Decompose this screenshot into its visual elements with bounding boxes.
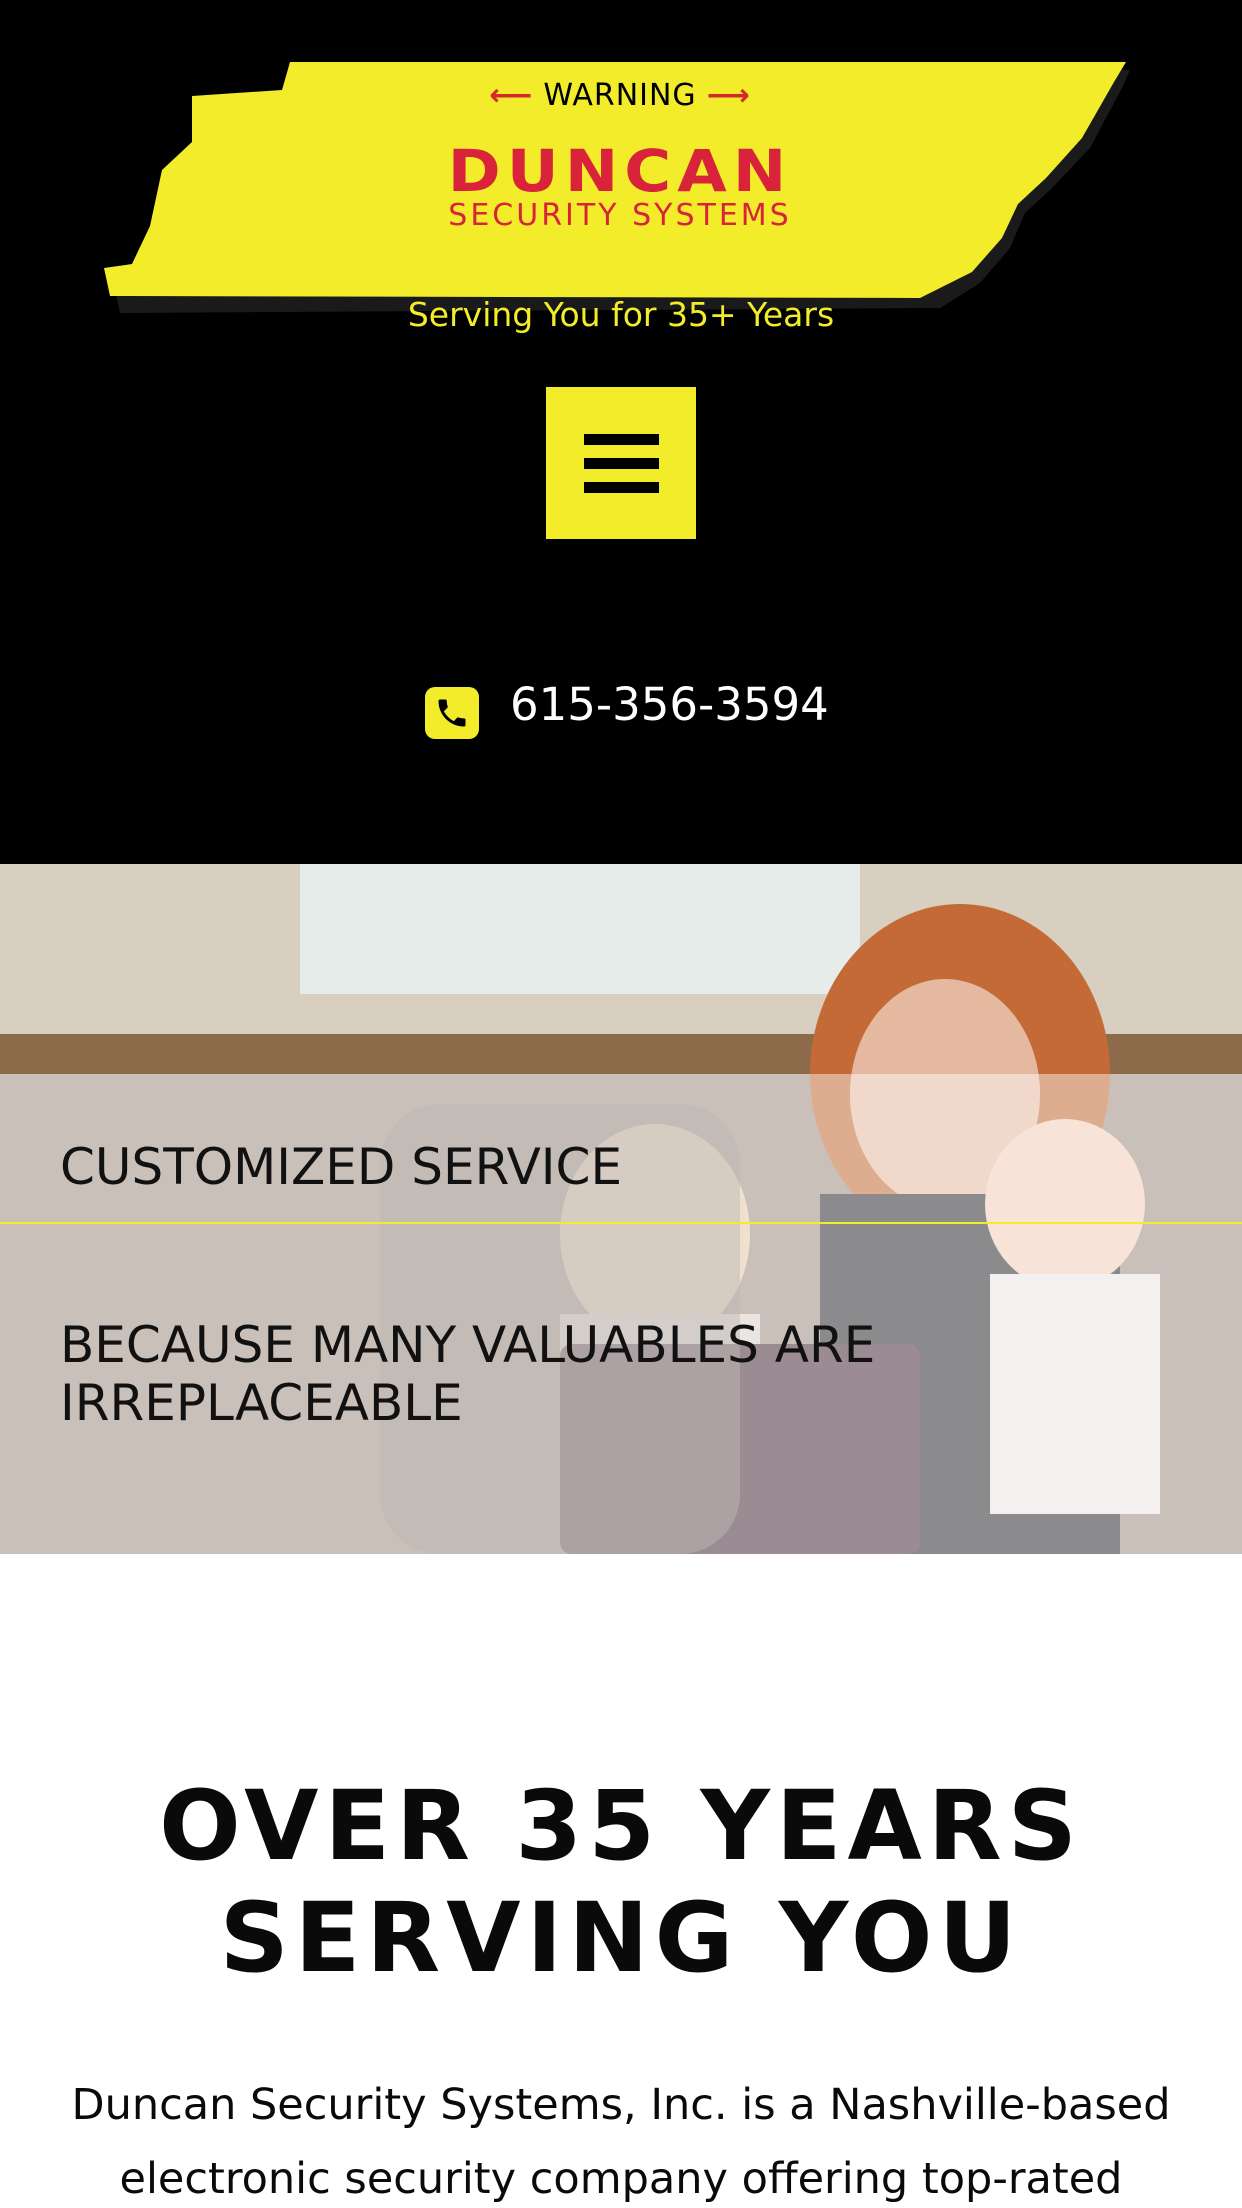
menu-button[interactable] xyxy=(546,387,696,539)
intro-paragraph: Duncan Security Systems, Inc. is a Nashv… xyxy=(71,2080,1171,2204)
logo-subtitle: SECURITY SYSTEMS xyxy=(448,198,792,233)
phone-icon xyxy=(425,687,479,739)
hamburger-bar xyxy=(584,482,659,493)
section-heading-line1: OVER 35 YEARS xyxy=(159,1770,1083,1882)
hamburger-menu-icon xyxy=(584,434,659,445)
tagline: Serving You for 35+ Years xyxy=(407,295,835,334)
hero-title: CUSTOMIZED SERVICE xyxy=(60,1138,623,1196)
phone-row: 615-356-3594 xyxy=(0,678,1242,740)
logo-warning-label: WARNING xyxy=(543,78,697,113)
section-heading-line2: SERVING YOU xyxy=(219,1882,1023,1994)
logo-link[interactable]: ⟵ WARNING ⟶ DUNCAN SECURITY SYSTEMS xyxy=(100,58,1140,326)
hero-subtitle: BECAUSE MANY VALUABLES ARE IRREPLACEABLE xyxy=(60,1316,876,1432)
hero-banner: CUSTOMIZED SERVICE BECAUSE MANY VALUABLE… xyxy=(0,864,1242,1554)
section-heading: OVER 35 YEARS SERVING YOU xyxy=(0,1770,1242,1994)
logo-name: DUNCAN xyxy=(447,138,793,206)
arrow-right-icon: ⟶ xyxy=(706,78,751,113)
hero-divider xyxy=(0,1222,1242,1224)
logo-warning-text: ⟵ WARNING ⟶ xyxy=(100,78,1140,113)
hamburger-bar xyxy=(584,458,659,469)
site-header: ⟵ WARNING ⟶ DUNCAN SECURITY SYSTEMS Servin… xyxy=(0,0,1242,864)
phone-number-link[interactable]: 615-356-3594 xyxy=(510,678,829,731)
arrow-left-icon: ⟵ xyxy=(489,78,534,113)
